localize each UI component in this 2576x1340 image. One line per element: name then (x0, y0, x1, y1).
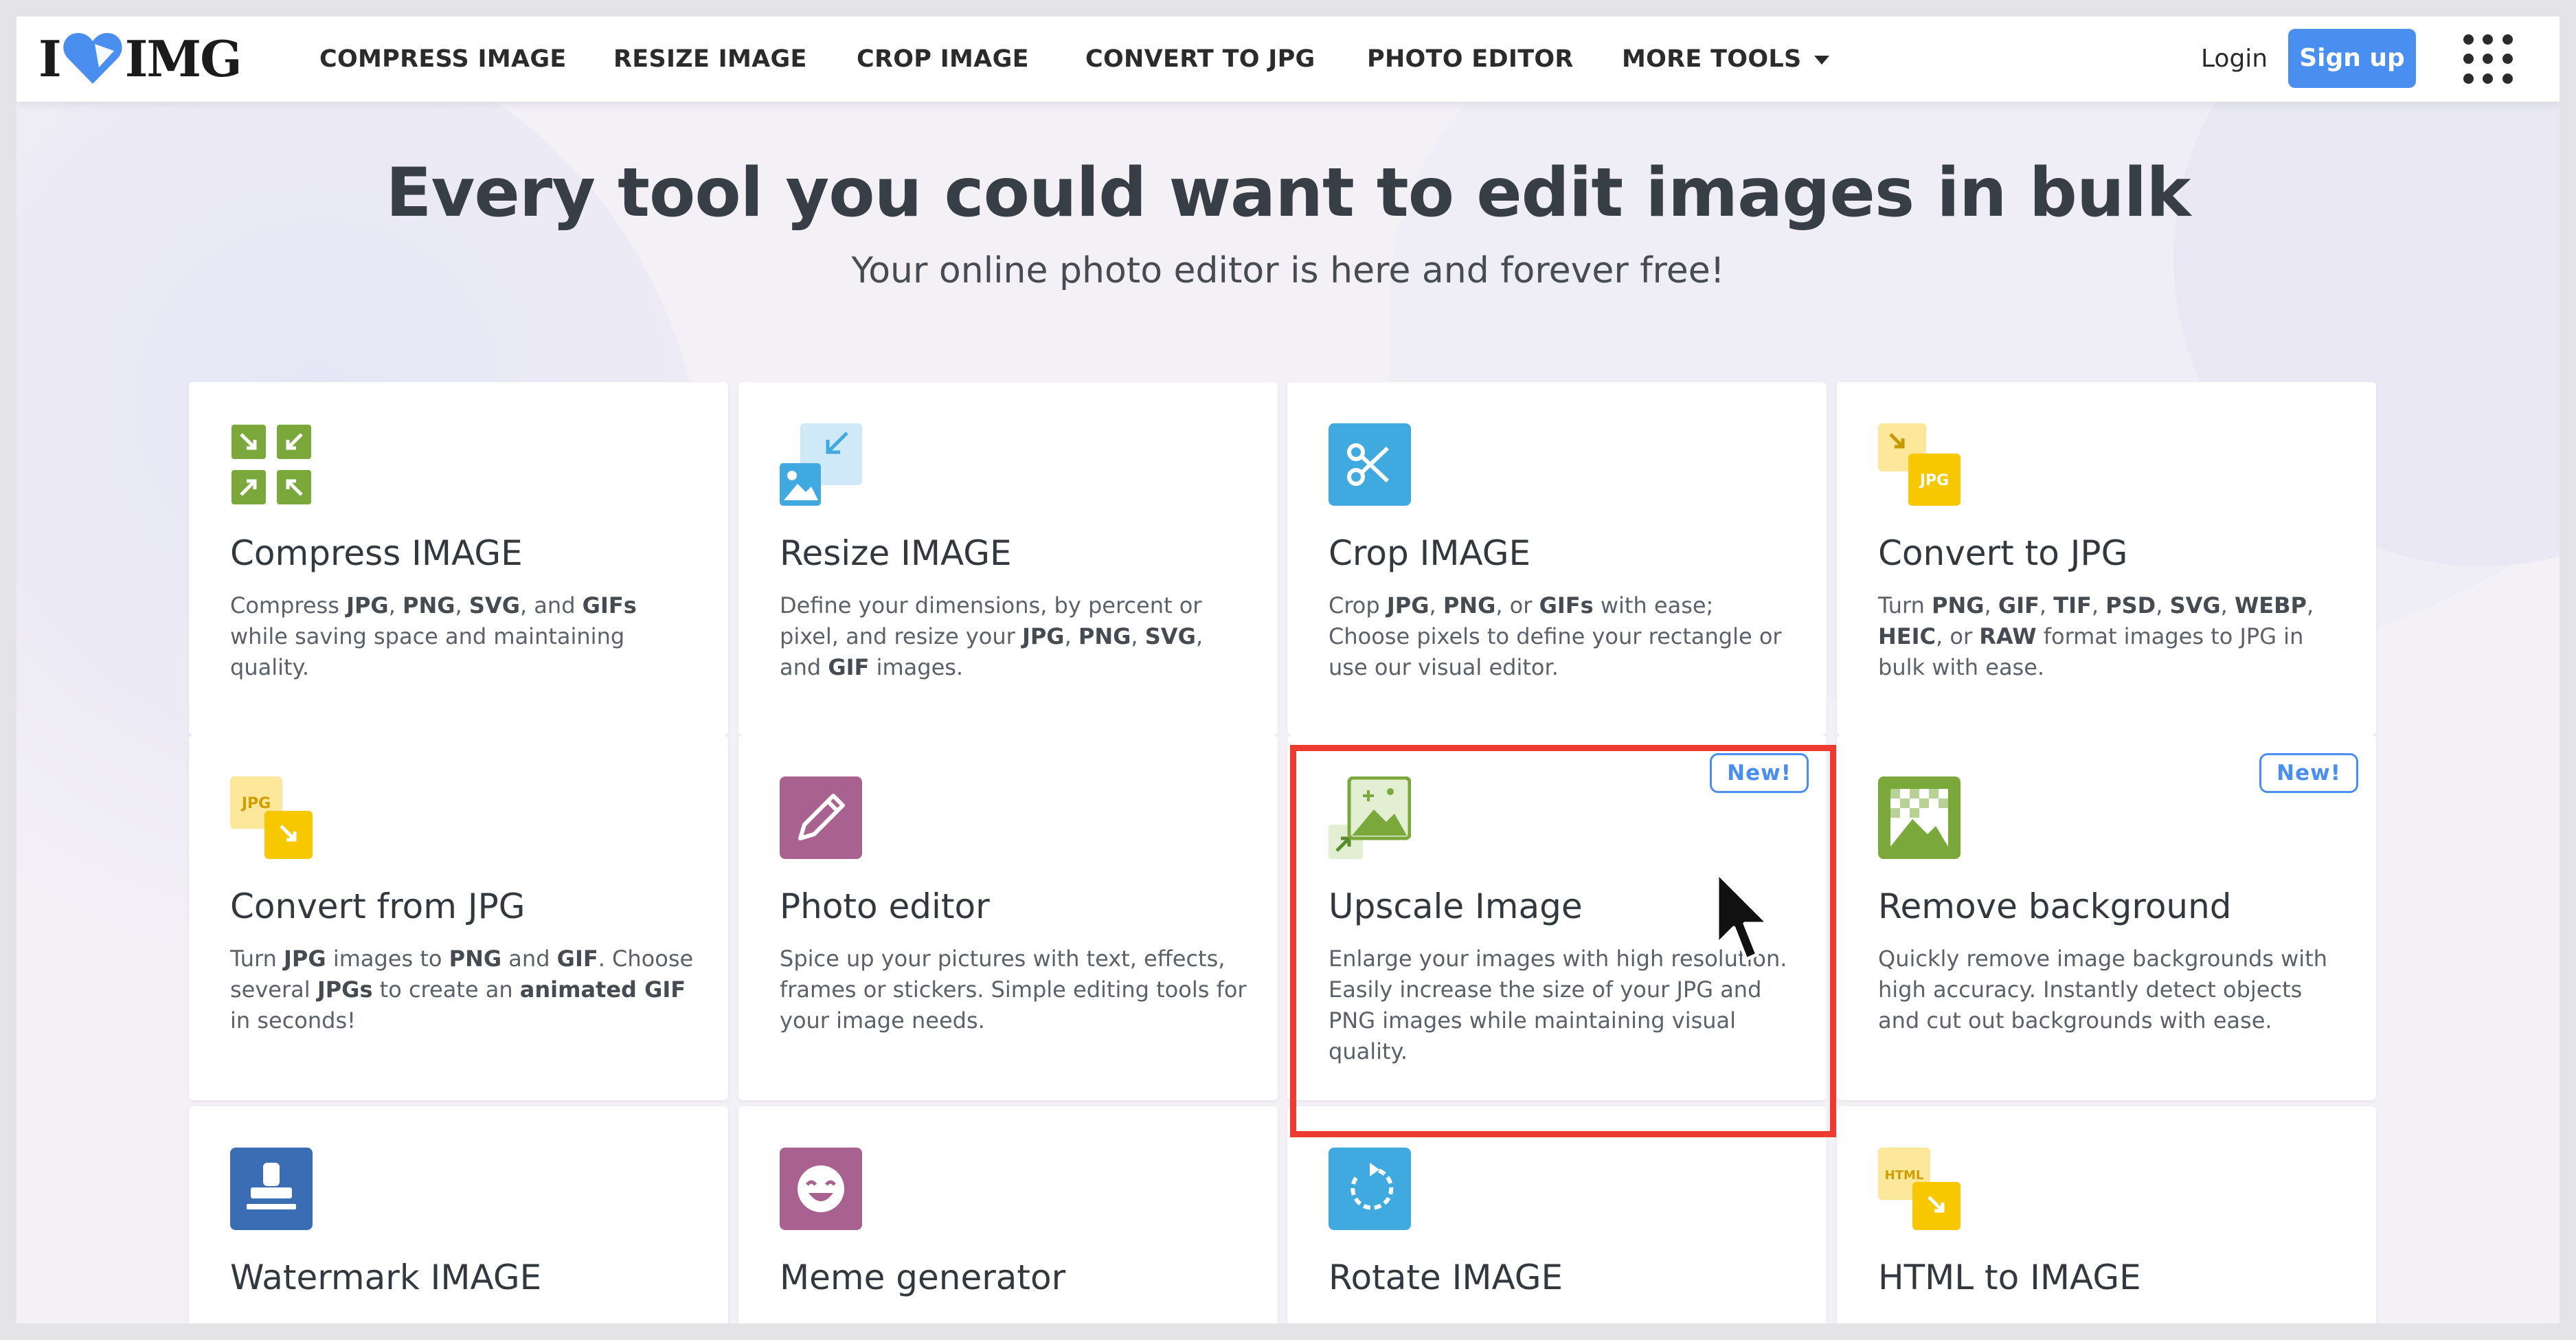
tool-card-description: Crop JPG, PNG, or GIFs with ease; Choose… (1329, 592, 1782, 680)
upscale-icon (1329, 776, 1412, 859)
page-title: Every tool you could want to edit images… (385, 154, 2191, 232)
tool-card-title: Crop IMAGE (1329, 533, 1531, 573)
tool-card[interactable]: Compress IMAGE Compress JPG, PNG, SVG, an… (189, 382, 728, 735)
tool-card-description: Define your dimensions, by percent or pi… (780, 592, 1203, 680)
tool-card-title: Compress IMAGE (230, 533, 523, 573)
html-to-image-icon: HTML (1878, 1148, 1961, 1230)
nav-compress-image[interactable]: COMPRESS IMAGE (319, 16, 567, 102)
iloveimg-logo[interactable]: I IMG (38, 29, 242, 88)
tool-card[interactable]: Photo editor Spice up your pictures with … (738, 735, 1278, 1100)
tool-card-title: Upscale Image (1329, 886, 1583, 926)
caret-down-icon (1814, 55, 1829, 65)
tool-card-title: Remove background (1878, 886, 2232, 926)
tool-card[interactable]: JPG Convert from JPG Turn JPG images to PN… (189, 735, 728, 1100)
tool-card[interactable]: Rotate IMAGE (1287, 1106, 1827, 1324)
top-navigation-bar: I IMG COMPRESS IMAGE RESIZE IMAGE CROP I… (16, 16, 2560, 102)
login-link[interactable]: Login (2201, 16, 2268, 102)
remove-background-icon (1878, 777, 1961, 859)
resize-icon (780, 423, 862, 506)
tool-card-title: Rotate IMAGE (1329, 1258, 1563, 1297)
tool-card-description: Turn PNG, GIF, TIF, PSD, SVG, WEBP, HEIC… (1878, 592, 2314, 680)
tool-card-description: Compress JPG, PNG, SVG, and GIFs while s… (230, 592, 637, 680)
scissors-icon (1329, 423, 1411, 506)
tool-card-title: Watermark IMAGE (230, 1258, 542, 1297)
tool-card-title: Resize IMAGE (780, 533, 1012, 573)
logo-letter-i: I (38, 29, 62, 88)
convert-to-jpg-icon: JPG (1878, 423, 1961, 506)
mouse-cursor-icon (1715, 871, 1770, 961)
nav-resize-image[interactable]: RESIZE IMAGE (613, 16, 807, 102)
tool-card-title: HTML to IMAGE (1878, 1258, 2141, 1297)
svg-text:HTML: HTML (1885, 1168, 1924, 1183)
svg-text:JPG: JPG (240, 795, 271, 812)
tool-card-title: Convert from JPG (230, 886, 526, 926)
heart-icon (63, 33, 122, 84)
rotate-icon (1329, 1148, 1411, 1230)
tool-card[interactable]: Crop IMAGE Crop JPG, PNG, or GIFs with ea… (1287, 382, 1827, 735)
tool-card[interactable]: Resize IMAGE Define your dimensions, by p… (738, 382, 1278, 735)
new-badge: New! (2259, 753, 2358, 793)
browser-viewport: I IMG COMPRESS IMAGE RESIZE IMAGE CROP I… (16, 16, 2560, 1324)
tool-card[interactable]: Watermark IMAGE (189, 1106, 728, 1324)
pencil-icon (780, 777, 862, 859)
tool-card-description: Turn JPG images to PNG and GIF. Choose s… (230, 946, 694, 1034)
tool-card[interactable]: JPG Convert to JPG Turn PNG, GIF, TIF, PSD… (1837, 382, 2376, 735)
tool-card-title: Meme generator (780, 1258, 1066, 1297)
tool-card-description: Quickly remove image backgrounds with hi… (1878, 946, 2328, 1034)
tool-card-description: Spice up your pictures with text, effect… (780, 946, 1247, 1034)
apps-grid-icon[interactable] (2462, 33, 2514, 85)
nav-more-tools[interactable]: MORE TOOLS (1622, 16, 1829, 102)
signup-button[interactable]: Sign up (2288, 29, 2416, 88)
compress-icon (230, 423, 313, 506)
tool-card[interactable]: Remove background Quickly remove image ba… (1837, 735, 2376, 1100)
convert-from-jpg-icon: JPG (230, 777, 313, 859)
nav-convert-to-jpg[interactable]: CONVERT TO JPG (1085, 16, 1315, 102)
tool-card-title: Convert to JPG (1878, 533, 2128, 573)
nav-crop-image[interactable]: CROP IMAGE (857, 16, 1029, 102)
svg-text:JPG: JPG (1919, 472, 1949, 489)
tool-card[interactable]: Meme generator (738, 1106, 1278, 1324)
tool-card-title: Photo editor (780, 886, 990, 926)
nav-more-tools-label: MORE TOOLS (1622, 45, 1802, 73)
stamp-icon (230, 1148, 313, 1230)
new-badge: New! (1710, 753, 1809, 793)
tool-card[interactable]: HTML HTML to IMAGE (1837, 1106, 2376, 1324)
logo-text-img: IMG (124, 29, 242, 88)
nav-photo-editor[interactable]: PHOTO EDITOR (1367, 16, 1574, 102)
meme-icon (780, 1148, 862, 1230)
page-subtitle: Your online photo editor is here and for… (851, 250, 1725, 291)
